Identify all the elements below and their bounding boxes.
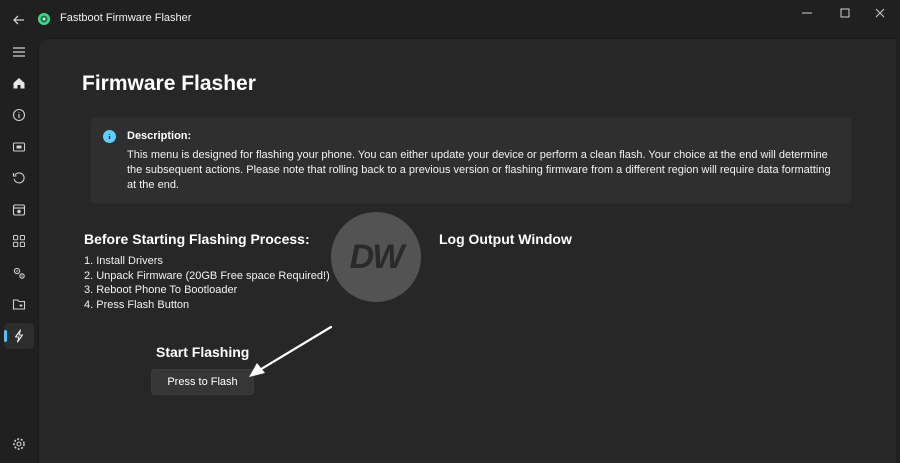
hamburger-menu-icon bbox=[13, 47, 25, 57]
device-icon bbox=[12, 142, 26, 152]
list-item: 3. Reboot Phone To Bootloader bbox=[84, 284, 238, 296]
flash-icon bbox=[14, 329, 24, 343]
minimize-icon bbox=[802, 12, 812, 14]
nav-item-settings[interactable] bbox=[4, 431, 34, 457]
info-circle-icon bbox=[12, 108, 26, 122]
navigation-sidebar bbox=[0, 38, 38, 463]
nav-item-device[interactable] bbox=[4, 134, 34, 160]
apps-grid-icon bbox=[13, 235, 25, 247]
log-output-title: Log Output Window bbox=[439, 231, 572, 247]
nav-item-folder[interactable] bbox=[4, 291, 34, 317]
nav-item-tools[interactable] bbox=[4, 260, 34, 286]
steps-list: 1. Install Drivers 2. Unpack Firmware (2… bbox=[84, 254, 330, 312]
close-button[interactable] bbox=[863, 0, 897, 26]
app-logo-icon bbox=[37, 12, 51, 26]
start-flashing-title: Start Flashing bbox=[156, 344, 250, 360]
list-item: 2. Unpack Firmware (20GB Free space Requ… bbox=[84, 269, 330, 282]
list-item: 4. Press Flash Button bbox=[84, 298, 190, 311]
nav-item-info[interactable] bbox=[4, 102, 34, 128]
window-title: Fastboot Firmware Flasher bbox=[60, 12, 192, 24]
package-icon bbox=[12, 204, 26, 216]
description-title: Description: bbox=[127, 130, 192, 142]
close-icon bbox=[875, 8, 885, 18]
folder-icon bbox=[12, 299, 26, 310]
description-text: This menu is designed for flashing your … bbox=[127, 149, 831, 191]
home-icon bbox=[13, 78, 25, 89]
minimize-button[interactable] bbox=[790, 0, 824, 26]
info-icon bbox=[103, 130, 116, 143]
title-bar: Fastboot Firmware Flasher bbox=[0, 0, 900, 38]
restore-icon bbox=[12, 172, 25, 184]
pointer-arrow-annotation bbox=[249, 325, 333, 377]
back-button[interactable] bbox=[8, 9, 30, 31]
nav-item-flash[interactable] bbox=[4, 323, 34, 349]
main-content: Firmware Flasher Description: This menu … bbox=[38, 38, 896, 463]
steps-title: Before Starting Flashing Process: bbox=[84, 231, 310, 247]
nav-item-package[interactable] bbox=[4, 197, 34, 223]
nav-item-apps[interactable] bbox=[4, 228, 34, 254]
gears-icon bbox=[13, 267, 25, 279]
back-arrow-icon bbox=[13, 15, 24, 25]
maximize-button[interactable] bbox=[828, 0, 862, 26]
nav-item-home[interactable] bbox=[4, 70, 34, 96]
nav-menu-toggle[interactable] bbox=[4, 39, 34, 65]
active-indicator bbox=[4, 330, 7, 342]
nav-item-restore[interactable] bbox=[4, 165, 34, 191]
settings-gear-icon bbox=[13, 438, 25, 450]
page-title: Firmware Flasher bbox=[82, 72, 256, 95]
list-item: 1. Install Drivers bbox=[84, 255, 163, 267]
watermark-logo: DW bbox=[331, 212, 421, 302]
description-infobar: Description: This menu is designed for f… bbox=[90, 117, 852, 204]
maximize-icon bbox=[840, 8, 850, 18]
